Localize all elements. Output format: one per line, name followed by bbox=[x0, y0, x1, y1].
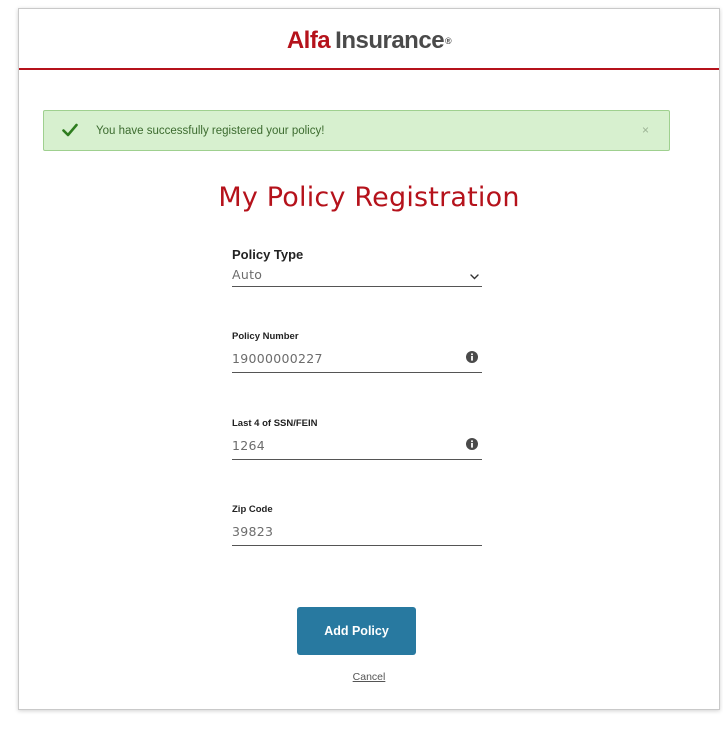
close-icon[interactable]: × bbox=[642, 122, 649, 138]
alfa-insurance-logo[interactable]: Alfa Insurance® bbox=[19, 27, 719, 55]
zip-code-value: 39823 bbox=[232, 524, 274, 539]
ssn-fein-field: Last 4 of SSN/FEIN 1264 bbox=[232, 418, 482, 460]
policy-type-field: Policy Type Auto bbox=[232, 247, 482, 287]
page-card: Alfa Insurance® You have successfully reg… bbox=[18, 8, 720, 710]
zip-code-label: Zip Code bbox=[232, 504, 273, 515]
success-alert: You have successfully registered your po… bbox=[43, 110, 670, 151]
info-icon[interactable] bbox=[466, 351, 478, 363]
policy-type-select[interactable]: Auto bbox=[232, 266, 482, 287]
info-icon[interactable] bbox=[466, 438, 478, 450]
cancel-link[interactable]: Cancel bbox=[353, 671, 386, 683]
logo-brand: Alfa bbox=[286, 27, 331, 54]
ssn-fein-label: Last 4 of SSN/FEIN bbox=[232, 418, 318, 429]
page-title: My Policy Registration bbox=[218, 182, 520, 213]
cancel-link-container: Cancel bbox=[19, 671, 719, 683]
alert-message: You have successfully registered your po… bbox=[96, 125, 325, 137]
site-header: Alfa Insurance® bbox=[19, 9, 719, 70]
ssn-fein-input[interactable]: 1264 bbox=[232, 435, 482, 460]
check-icon bbox=[62, 123, 78, 137]
policy-number-input[interactable]: 19000000227 bbox=[232, 348, 482, 373]
add-policy-button[interactable]: Add Policy bbox=[297, 607, 416, 655]
chevron-down-icon bbox=[470, 274, 479, 280]
policy-number-value: 19000000227 bbox=[232, 351, 323, 366]
logo-word: Insurance bbox=[335, 27, 445, 54]
policy-number-field: Policy Number 19000000227 bbox=[232, 331, 482, 373]
policy-type-value: Auto bbox=[232, 267, 263, 282]
zip-code-field: Zip Code 39823 bbox=[232, 504, 482, 546]
registered-mark: ® bbox=[445, 36, 452, 46]
policy-type-label: Policy Type bbox=[232, 247, 304, 262]
ssn-fein-value: 1264 bbox=[232, 438, 266, 453]
zip-code-input[interactable]: 39823 bbox=[232, 521, 482, 546]
policy-number-label: Policy Number bbox=[232, 331, 299, 342]
